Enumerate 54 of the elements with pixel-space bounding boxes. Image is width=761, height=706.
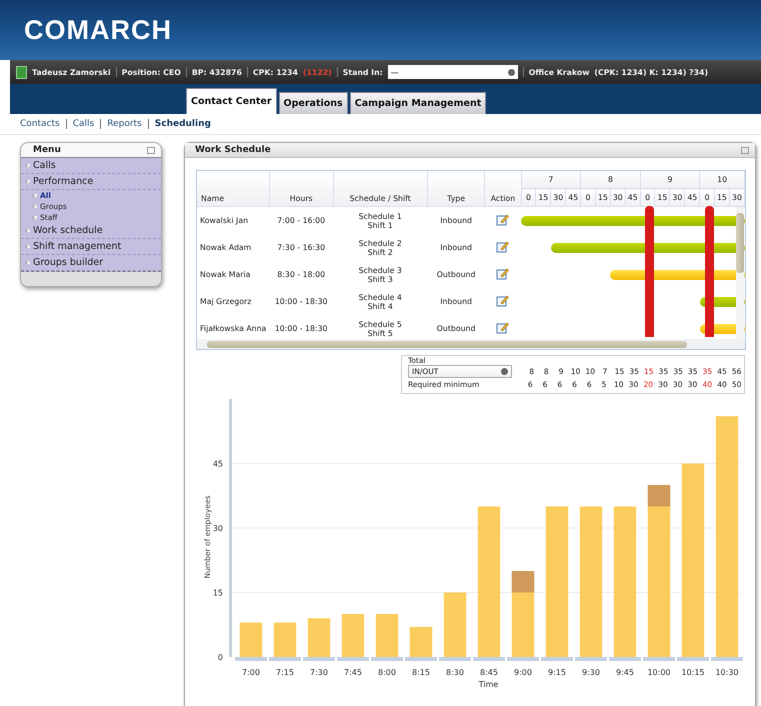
chart-bar (444, 592, 466, 657)
chart-bar (342, 614, 364, 657)
axis-title: Time (478, 680, 498, 689)
tick-label: 45 (212, 460, 223, 468)
tick-label: 0 (218, 653, 223, 662)
tick-label: 10:00 (647, 668, 671, 677)
menu-title: Menu (33, 145, 61, 155)
tick-label: 15 (212, 588, 223, 598)
edit-icon[interactable] (496, 240, 510, 253)
tick-label: 8:00 (378, 668, 396, 677)
minimize-icon[interactable] (741, 146, 749, 154)
menu-item[interactable]: Performance (21, 174, 161, 190)
tick-label: 10:30 (715, 668, 739, 677)
tick-label: 9:15 (548, 668, 566, 677)
tick-label: 10:15 (681, 668, 705, 677)
logo: COMARCH (24, 14, 172, 46)
tick-label: 9:30 (582, 668, 600, 677)
menu-item[interactable]: Shift management (21, 239, 161, 255)
tick-label: 9:00 (514, 668, 532, 677)
scrollbar-thumb[interactable] (736, 213, 744, 273)
user-icon (16, 66, 27, 78)
edit-icon[interactable] (496, 294, 510, 307)
chart-bar (410, 626, 432, 657)
tick-label: 9:45 (616, 668, 634, 677)
menu-item[interactable]: Groups builder (21, 255, 161, 271)
tab[interactable]: Operations (278, 92, 348, 114)
tick-label: 7:00 (242, 668, 260, 677)
tick-label: 7:30 (310, 668, 328, 677)
menu-item[interactable]: Calls (21, 158, 161, 174)
tab[interactable]: Contact Center (186, 88, 277, 114)
dropdown-icon (508, 68, 515, 76)
tab[interactable]: Campaign Management (350, 92, 486, 114)
panel-title: Work Schedule (195, 145, 271, 155)
nav-link[interactable]: Reports (107, 119, 142, 129)
tick-label: 7:45 (344, 668, 362, 677)
tick-label: 7:15 (276, 668, 294, 677)
chart-bar (240, 622, 262, 657)
nav-link[interactable]: Calls (72, 119, 94, 129)
tick-label: 8:45 (480, 668, 498, 677)
chart-bar (308, 618, 330, 657)
edit-icon[interactable] (496, 321, 510, 334)
dropdown-icon (501, 368, 508, 375)
nav-link[interactable]: Contacts (20, 119, 60, 129)
edit-icon[interactable] (496, 213, 510, 226)
chart-bar (274, 622, 296, 657)
tick-label: 8:15 (412, 668, 430, 677)
edit-icon[interactable] (496, 267, 510, 280)
minimize-icon[interactable] (147, 146, 155, 154)
tick-label: 8:30 (446, 668, 464, 677)
nav-link[interactable]: Scheduling (154, 119, 211, 129)
scrollbar-thumb[interactable] (207, 340, 687, 348)
chart-bar (376, 614, 398, 657)
tick-label: 30 (212, 524, 223, 533)
menu-item[interactable]: Work schedule (21, 223, 161, 239)
